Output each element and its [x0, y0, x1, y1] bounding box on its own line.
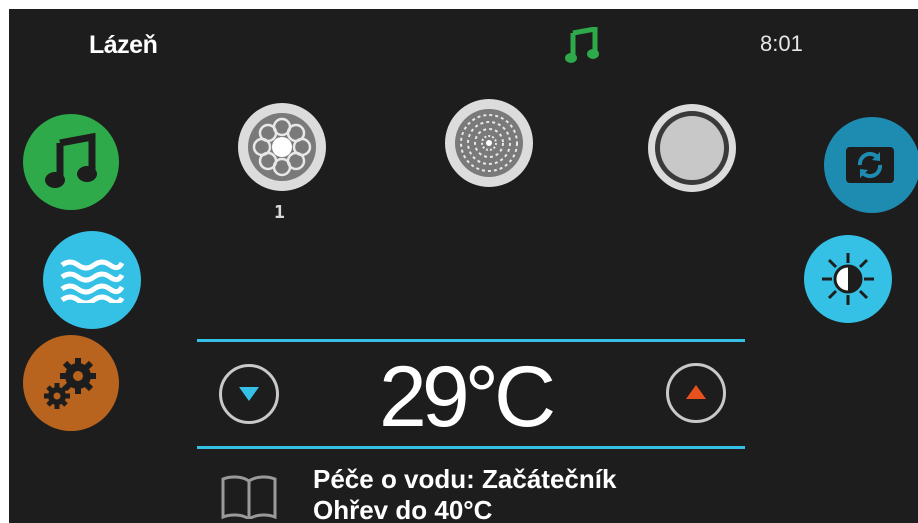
jet-off-button[interactable] — [647, 103, 737, 193]
music-icon — [45, 133, 97, 188]
light-button[interactable] — [804, 235, 892, 323]
refresh-icon — [846, 147, 894, 183]
music-button[interactable] — [23, 114, 119, 210]
settings-button[interactable] — [23, 335, 119, 431]
divider-top — [197, 339, 745, 342]
jet-off-icon — [648, 104, 736, 192]
book-icon[interactable] — [220, 473, 278, 519]
clock: 8:01 — [760, 31, 803, 56]
spa-control-screen: Lázeň 8:01 1 29°C Péče o vodu: Začáteční… — [9, 9, 918, 523]
water-care-status: Péče o vodu: Začátečník — [313, 464, 617, 494]
recirculation-button[interactable] — [824, 117, 918, 213]
music-note-icon — [565, 27, 599, 63]
page-title: Lázeň — [89, 31, 158, 59]
temp-down-button[interactable] — [219, 364, 279, 424]
jet-pump-button[interactable] — [237, 102, 327, 192]
jet-pump-level: 1 — [274, 202, 285, 223]
triangle-down-icon — [239, 387, 259, 401]
triangle-up-icon — [686, 385, 706, 399]
water-waves-icon — [60, 259, 124, 303]
gears-icon — [44, 358, 96, 409]
divider-bottom — [197, 446, 745, 449]
jet-pump-icon — [238, 103, 326, 191]
temperature-display: 29°C — [379, 349, 556, 445]
jet-blower-icon — [445, 99, 533, 187]
jet-blower-button[interactable] — [444, 98, 534, 188]
temp-up-button[interactable] — [666, 363, 726, 423]
water-button[interactable] — [43, 231, 141, 329]
heating-status: Ohřev do 40°C — [313, 495, 493, 523]
brightness-icon — [822, 253, 874, 305]
